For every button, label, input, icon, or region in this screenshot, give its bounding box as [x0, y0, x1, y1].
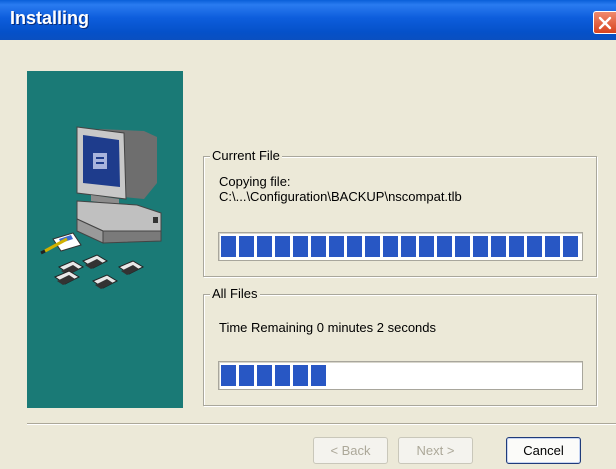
all-files-progress-bar — [218, 361, 583, 390]
footer-separator — [27, 423, 616, 425]
current-file-legend: Current File — [210, 148, 282, 163]
side-illustration-panel — [27, 71, 183, 408]
all-files-group: All Files Time Remaining 0 minutes 2 sec… — [203, 286, 597, 406]
title-bar[interactable]: Installing — [0, 0, 616, 40]
back-button[interactable]: < Back — [313, 437, 388, 464]
next-button[interactable]: Next > — [398, 437, 473, 464]
all-files-legend: All Files — [210, 286, 260, 301]
close-icon — [598, 16, 612, 30]
time-remaining-label: Time Remaining 0 minutes 2 seconds — [219, 320, 437, 335]
current-file-path: C:\...\Configuration\BACKUP\nscompat.tlb — [219, 189, 462, 204]
window-title: Installing — [10, 8, 90, 28]
current-file-progress-bar — [218, 232, 583, 261]
current-file-progress-fill — [221, 236, 578, 257]
all-files-progress-fill — [221, 365, 326, 386]
close-button[interactable] — [593, 11, 616, 34]
computer-install-illustration — [40, 126, 162, 289]
cancel-button[interactable]: Cancel — [506, 437, 581, 464]
current-file-group: Current File Copying file: C:\...\Config… — [203, 148, 597, 277]
copying-file-label: Copying file: — [219, 174, 291, 189]
